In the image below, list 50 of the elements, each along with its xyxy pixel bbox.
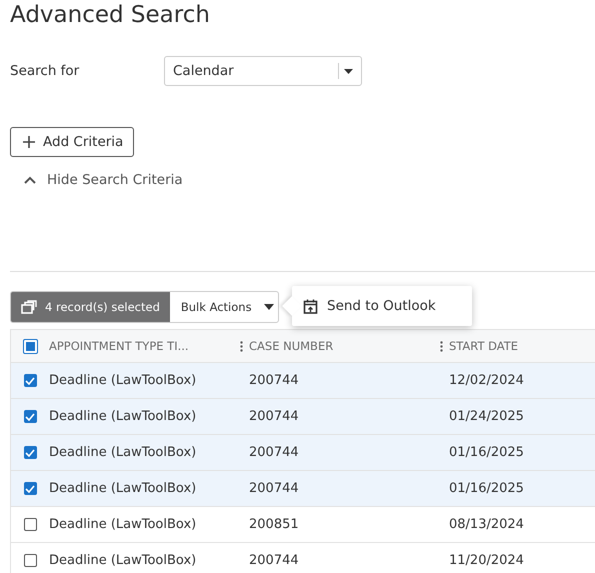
table-cell: Deadline (LawToolBox)	[49, 481, 196, 496]
table-cell: 08/13/2024	[449, 517, 524, 532]
calendar-icon	[303, 298, 318, 314]
row-checkbox[interactable]	[24, 446, 36, 459]
table-cell: Deadline (LawToolBox)	[49, 553, 196, 568]
column-header[interactable]: START DATE	[449, 339, 518, 353]
table-cell: 200744	[249, 373, 299, 388]
chevron-up-icon	[24, 176, 36, 184]
table-row[interactable]: Deadline (LawToolBox) 200744 12/02/2024	[11, 362, 595, 398]
column-menu-icon[interactable]	[240, 340, 243, 352]
table-row[interactable]: Deadline (LawToolBox) 200744 01/16/2025	[11, 470, 595, 506]
table-cell: 12/02/2024	[449, 373, 524, 388]
row-checkbox[interactable]	[24, 482, 36, 495]
table-cell: Deadline (LawToolBox)	[49, 517, 196, 532]
column-header[interactable]: CASE NUMBER	[249, 339, 334, 353]
table-cell: 200744	[249, 445, 299, 460]
caret-icon	[264, 304, 274, 310]
add-criteria-button[interactable]: Add Criteria	[10, 127, 134, 157]
hide-search-criteria-link[interactable]: Hide Search Criteria	[24, 172, 183, 188]
page-title: Advanced Search	[10, 1, 211, 29]
table-row[interactable]: Deadline (LawToolBox) 200851 08/13/2024	[11, 506, 595, 542]
table-row[interactable]: Deadline (LawToolBox) 200744 01/24/2025	[11, 398, 595, 434]
table-cell: 01/16/2025	[449, 481, 524, 496]
table-cell: Deadline (LawToolBox)	[49, 409, 196, 424]
column-header[interactable]: APPOINTMENT TYPE TI...	[49, 339, 189, 353]
table-cell: Deadline (LawToolBox)	[49, 373, 196, 388]
copies-icon	[21, 300, 37, 314]
table-cell: 01/24/2025	[449, 409, 524, 424]
search-for-label: Search for	[10, 63, 80, 79]
table-cell: 11/20/2024	[449, 553, 524, 568]
table-cell: 200851	[249, 517, 299, 532]
table-cell: Deadline (LawToolBox)	[49, 445, 196, 460]
caret-icon	[344, 68, 353, 74]
table-cell: 01/16/2025	[449, 445, 524, 460]
row-checkbox[interactable]	[24, 374, 36, 387]
column-menu-icon[interactable]	[440, 340, 443, 352]
table-cell: 200744	[249, 409, 299, 424]
table-row[interactable]: Deadline (LawToolBox) 200744 11/20/2024	[11, 542, 595, 573]
select-all-checkbox[interactable]	[22, 338, 38, 354]
row-checkbox[interactable]	[24, 554, 36, 567]
plus-icon	[23, 136, 35, 148]
bulk-actions-dropdown[interactable]: Bulk Actions	[170, 292, 278, 322]
row-checkbox[interactable]	[24, 410, 36, 423]
search-for-dropdown[interactable]: Calendar	[164, 56, 362, 86]
send-to-outlook-menu-item[interactable]: Send to Outlook	[292, 298, 447, 314]
table-cell: 200744	[249, 481, 299, 496]
table-cell: 200744	[249, 553, 299, 568]
selected-count-badge: 4 record(s) selected	[11, 292, 170, 322]
row-checkbox[interactable]	[24, 518, 36, 531]
table-row[interactable]: Deadline (LawToolBox) 200744 01/16/2025	[11, 434, 595, 470]
